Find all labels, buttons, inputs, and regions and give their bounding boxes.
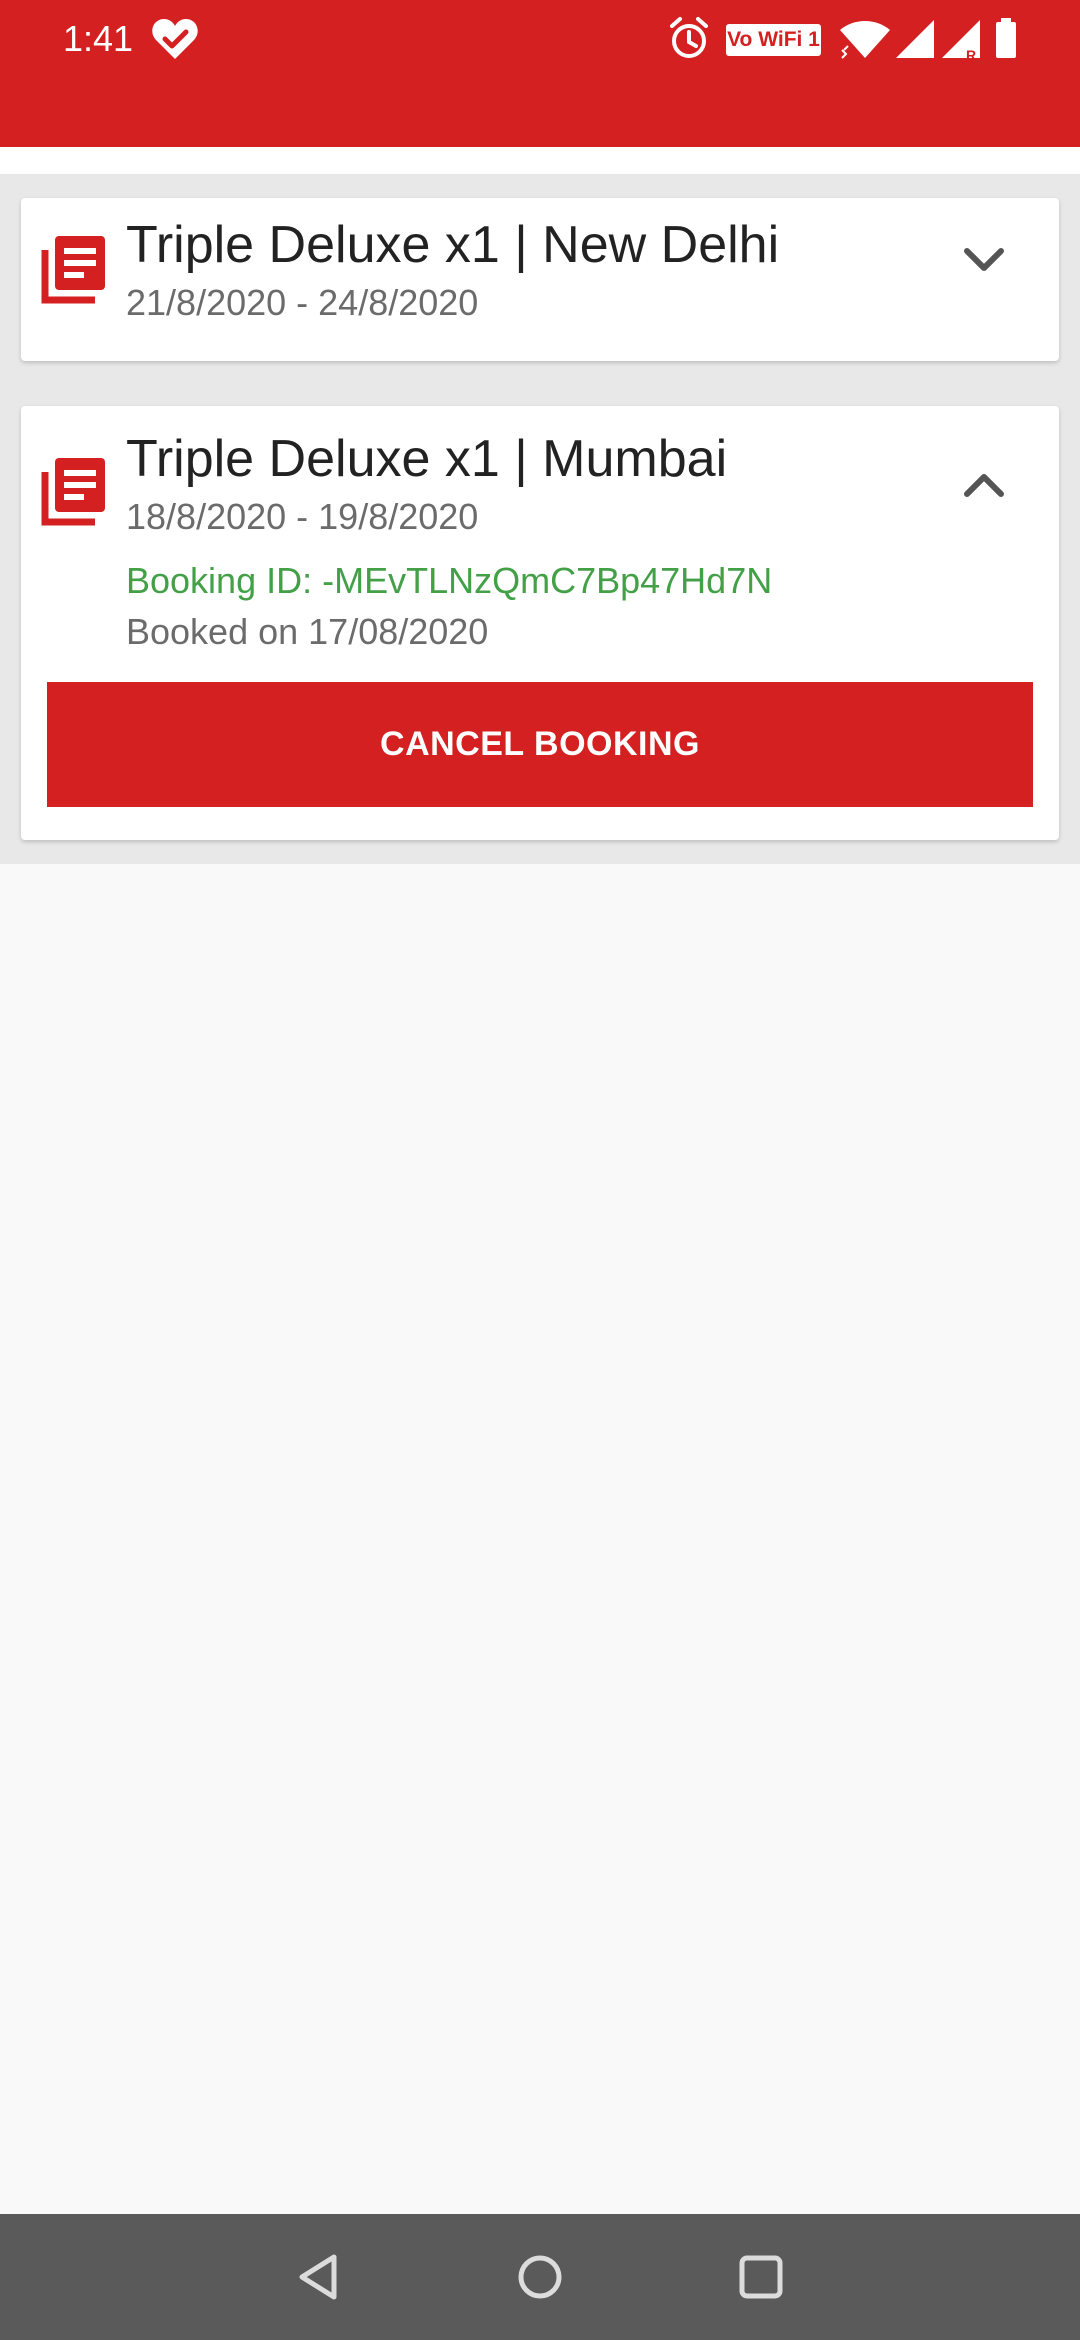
cancel-booking-button[interactable]: CANCEL BOOKING [47, 682, 1033, 807]
booking-dates: 21/8/2020 - 24/8/2020 [126, 282, 479, 323]
status-bar: 1:41 Vo WiFi 1 R [0, 0, 1080, 147]
booking-list-icon [41, 458, 105, 526]
battery-icon [996, 18, 1016, 58]
home-icon[interactable] [507, 2244, 573, 2310]
content-top-band [0, 147, 1080, 174]
status-time: 1:41 [63, 18, 134, 59]
booking-dates: 18/8/2020 - 19/8/2020 [126, 496, 479, 537]
recents-icon[interactable] [728, 2244, 794, 2310]
signal-roaming-icon: R [942, 20, 980, 62]
booked-on-date: Booked on 17/08/2020 [126, 611, 489, 652]
chevron-down-icon[interactable] [959, 242, 1009, 276]
booking-list-icon [41, 236, 105, 304]
booking-id: Booking ID: -MEvTLNzQmC7Bp47Hd7N [126, 560, 773, 601]
wifi-icon [840, 21, 890, 59]
booking-card-new-delhi[interactable]: Triple Deluxe x1 | New Delhi 21/8/2020 -… [21, 198, 1059, 361]
back-icon[interactable] [288, 2244, 354, 2310]
screen: 1:41 Vo WiFi 1 R Triple Deluxe x1 | New … [0, 0, 1080, 2340]
heart-check-icon [152, 19, 198, 59]
chevron-up-icon[interactable] [959, 468, 1009, 502]
system-nav-bar [0, 2214, 1080, 2340]
booking-title: Triple Deluxe x1 | Mumbai [126, 430, 728, 488]
svg-text:R: R [966, 47, 976, 62]
signal-icon [896, 20, 934, 58]
booking-title: Triple Deluxe x1 | New Delhi [126, 216, 780, 274]
alarm-icon [670, 17, 708, 58]
vowifi-badge: Vo WiFi 1 [726, 24, 821, 56]
booking-card-mumbai[interactable]: Triple Deluxe x1 | Mumbai 18/8/2020 - 19… [21, 406, 1059, 840]
